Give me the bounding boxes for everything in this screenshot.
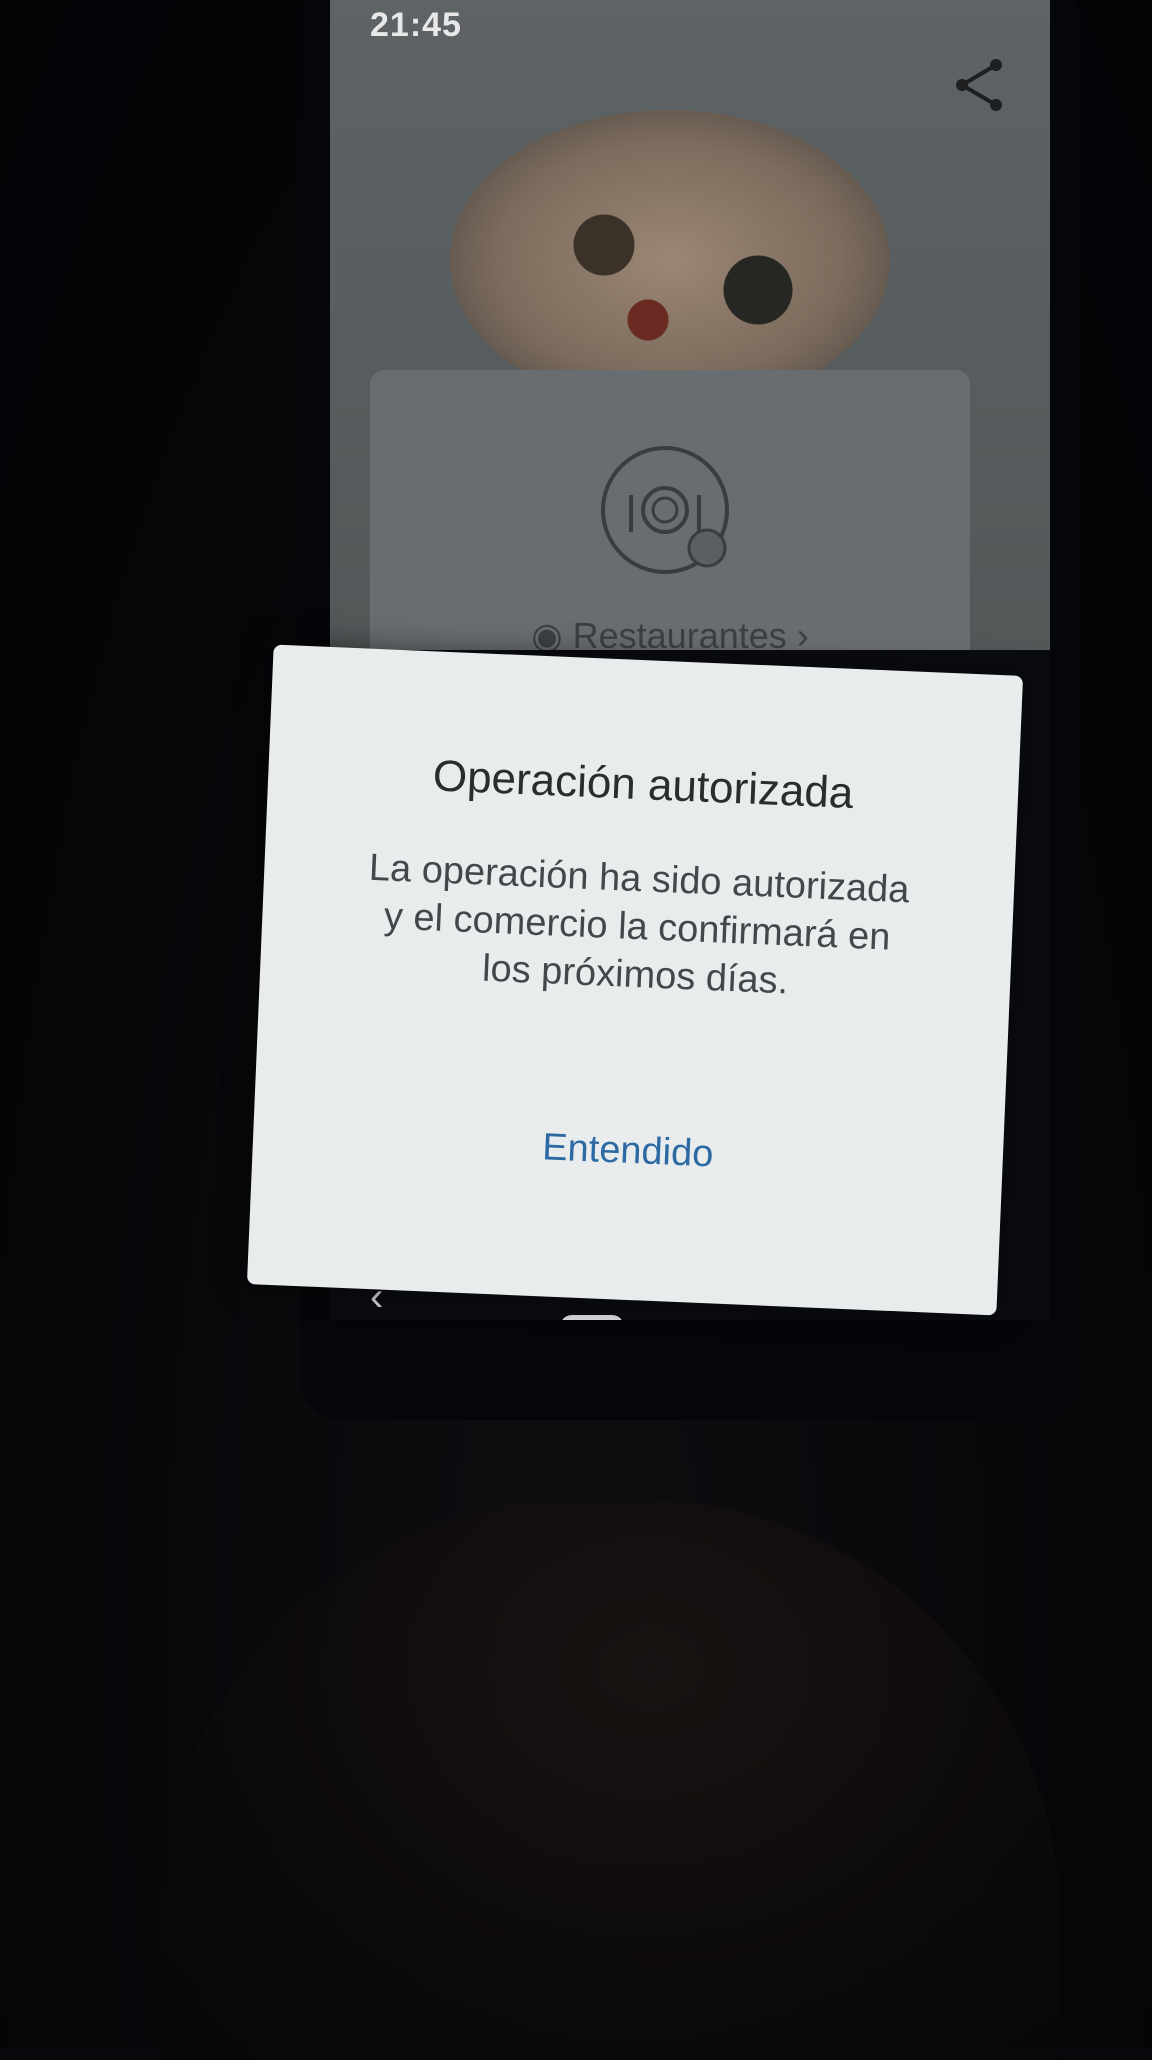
nav-home-pill[interactable] xyxy=(560,1315,624,1320)
authorization-dialog: Operación autorizada La operación ha sid… xyxy=(246,644,1024,1316)
dialog-title: Operación autorizada xyxy=(431,751,855,818)
hand-shadow xyxy=(160,1500,1060,2060)
app-background: 21:45 ◉ Restaurantes › xyxy=(330,0,1050,690)
share-icon[interactable] xyxy=(950,55,1010,115)
restaurant-plate-icon xyxy=(595,440,735,580)
category-card[interactable]: ◉ Restaurantes › xyxy=(370,370,970,690)
status-time: 21:45 xyxy=(370,6,462,44)
food-photo xyxy=(450,110,890,410)
dialog-message: La operación ha sido autorizada y el com… xyxy=(368,846,911,1003)
confirm-button[interactable]: Entendido xyxy=(527,1126,729,1177)
photo-background: 21:45 ◉ Restaurantes › ‹ Operación autor… xyxy=(0,0,1152,2060)
